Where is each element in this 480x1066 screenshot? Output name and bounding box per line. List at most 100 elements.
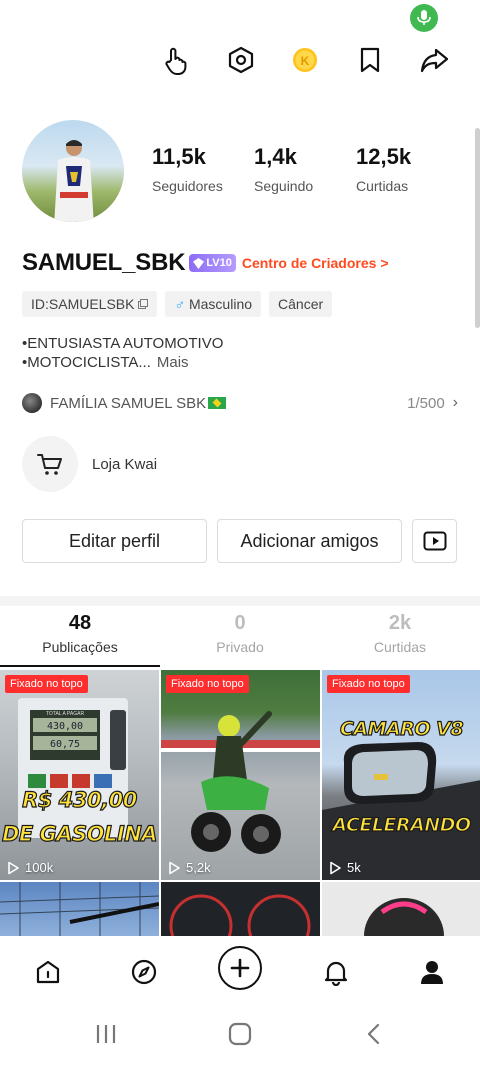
gender-text: Masculino: [188, 296, 253, 312]
zodiac-tag: Câncer: [269, 291, 333, 317]
id-text: ID:SAMUELSBK: [31, 296, 135, 312]
bio-line-2: •MOTOCICLISTA...: [22, 354, 151, 371]
scrollbar[interactable]: [475, 128, 480, 328]
hexagon-settings-icon[interactable]: [221, 40, 261, 80]
family-avatar: [22, 393, 42, 413]
private-label: Privado: [216, 639, 264, 655]
video-grid: 430,00 60,75 TOTAL A PAGAR Fixado no top…: [0, 670, 480, 936]
family-member-count: 1/500: [407, 394, 445, 412]
home-system-icon[interactable]: [226, 1020, 254, 1048]
back-icon[interactable]: [360, 1020, 388, 1048]
id-tag[interactable]: ID:SAMUELSBK: [22, 291, 158, 317]
active-tab-indicator: [0, 665, 160, 667]
add-friends-button[interactable]: Adicionar amigos: [217, 519, 402, 563]
view-count-text: 5,2k: [186, 860, 211, 875]
profile-tags: ID:SAMUELSBK ♂ Masculino Câncer: [22, 291, 333, 317]
private-count: 0: [234, 612, 246, 634]
view-count: 5k: [328, 860, 361, 875]
pump-total-label: TOTAL A PAGAR: [46, 711, 85, 717]
motorcycle-thumbnail: [161, 711, 320, 854]
brazil-flag-icon: [208, 397, 227, 409]
thumbnail-caption-1: R$ 430,00: [22, 787, 138, 812]
creator-center-link[interactable]: Centro de Criadores >: [242, 255, 389, 271]
video-thumbnail[interactable]: Fixado no topo CAMARO V8 ACELERANDO 5k: [322, 670, 480, 880]
thumbnail-caption-2: ACELERANDO: [332, 813, 472, 836]
username-row: SAMUEL_SBK LV10 Centro de Criadores >: [22, 249, 389, 277]
level-badge[interactable]: LV10: [189, 254, 236, 272]
profile-icon[interactable]: [408, 948, 456, 996]
followers-stat[interactable]: 11,5k Seguidores: [152, 144, 223, 194]
following-label: Seguindo: [254, 178, 314, 194]
video-thumbnail[interactable]: [0, 882, 159, 936]
hand-pointer-icon[interactable]: [156, 40, 196, 80]
avatar[interactable]: [22, 120, 124, 222]
cart-icon: [22, 436, 78, 492]
section-divider: [0, 596, 480, 606]
bookmark-icon[interactable]: [350, 40, 390, 80]
mic-indicator-icon: [410, 4, 438, 32]
bio-more-link[interactable]: Mais: [157, 354, 189, 371]
posts-label: Publicações: [42, 639, 118, 655]
bio: •ENTUSIASTA AUTOMOTIVO •MOTOCICLISTA... M…: [22, 334, 223, 372]
plus-icon[interactable]: [218, 946, 262, 990]
pinned-badge: Fixado no topo: [5, 675, 88, 693]
system-navigation-bar: [0, 1000, 480, 1066]
tab-likes[interactable]: 2k Curtidas: [320, 612, 480, 655]
speedometer-thumbnail: [169, 894, 311, 936]
following-stat[interactable]: 1,4k Seguindo: [254, 144, 313, 194]
content-tabs: 48 Publicações 0 Privado 2k Curtidas: [0, 612, 480, 664]
explore-icon[interactable]: [120, 948, 168, 996]
video-thumbnail[interactable]: Fixado no topo 5,2k: [161, 670, 320, 880]
likes-label: Curtidas: [356, 178, 409, 194]
level-gem-icon: [193, 257, 205, 269]
video-icon[interactable]: [412, 519, 457, 563]
bio-line-1: •ENTUSIASTA AUTOMOTIVO: [22, 335, 224, 352]
video-thumbnail[interactable]: [161, 882, 320, 936]
recent-apps-icon[interactable]: [92, 1020, 120, 1048]
username: SAMUEL_SBK: [22, 249, 186, 276]
helmet-thumbnail: [364, 898, 444, 936]
car-mirror-thumbnail: [322, 742, 480, 880]
profile-actions: Editar perfil Adicionar amigos: [22, 519, 457, 563]
pump-liters-value: 60,75: [50, 739, 80, 750]
coin-letter: K: [301, 54, 310, 68]
home-icon[interactable]: [24, 948, 72, 996]
level-text: LV10: [206, 257, 232, 269]
pump-total-value: 430,00: [47, 721, 83, 732]
likes-stat[interactable]: 12,5k Curtidas: [356, 144, 411, 194]
copy-icon: [138, 299, 149, 309]
shop-label: Loja Kwai: [92, 455, 158, 473]
coin-icon[interactable]: K: [285, 40, 325, 80]
bell-icon[interactable]: [312, 948, 360, 996]
video-thumbnail[interactable]: [322, 882, 480, 936]
view-count: 100k: [6, 860, 53, 875]
family-name: FAMÍLIA SAMUEL SBK: [50, 394, 207, 412]
following-count: 1,4k: [254, 144, 297, 169]
liked-label: Curtidas: [373, 639, 427, 655]
view-count: 5,2k: [167, 860, 211, 875]
play-icon: [169, 861, 180, 874]
video-thumbnail[interactable]: 430,00 60,75 TOTAL A PAGAR Fixado no top…: [0, 670, 159, 880]
tab-private[interactable]: 0 Privado: [160, 612, 320, 655]
chevron-right-icon: ›: [452, 394, 458, 411]
avatar-photo: [54, 140, 94, 222]
family-group-row[interactable]: FAMÍLIA SAMUEL SBK 1/500 ›: [22, 392, 458, 414]
share-icon[interactable]: [414, 40, 454, 80]
view-count-text: 5k: [347, 860, 361, 875]
pinned-badge: Fixado no topo: [327, 675, 410, 693]
fuel-pump-thumbnail: 430,00 60,75 TOTAL A PAGAR: [18, 698, 128, 838]
view-count-text: 100k: [25, 860, 54, 875]
edit-profile-button[interactable]: Editar perfil: [22, 519, 207, 563]
liked-count: 2k: [388, 612, 412, 634]
profile-header-toolbar: K: [0, 40, 480, 84]
gender-tag: ♂ Masculino: [165, 291, 262, 317]
followers-count: 11,5k: [152, 144, 206, 169]
play-icon: [330, 861, 341, 874]
zodiac-text: Câncer: [278, 296, 324, 312]
shop-row[interactable]: Loja Kwai: [22, 436, 157, 492]
tab-posts[interactable]: 48 Publicações: [0, 612, 160, 655]
pinned-badge: Fixado no topo: [166, 675, 249, 693]
play-icon: [8, 861, 19, 874]
fence-thumbnail: [0, 882, 159, 936]
likes-count: 12,5k: [356, 144, 412, 169]
